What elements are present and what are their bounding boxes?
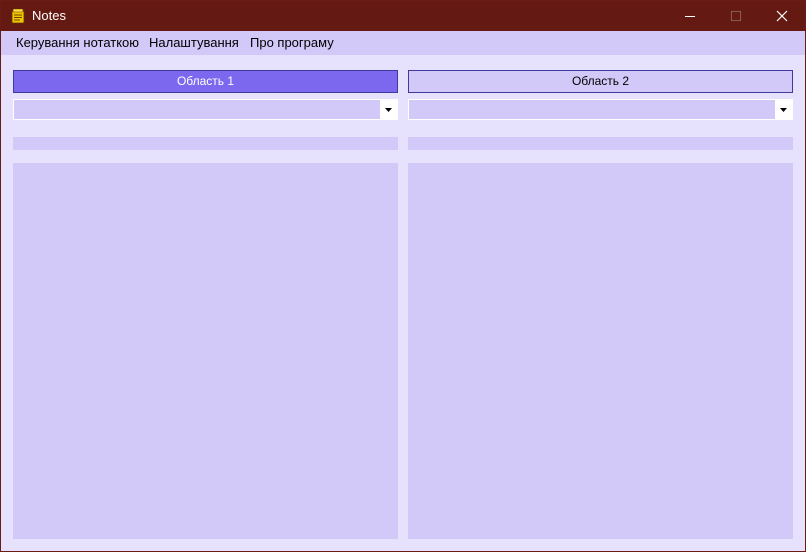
- minimize-button[interactable]: [667, 1, 713, 31]
- area-2-note-text[interactable]: [408, 163, 793, 539]
- area-1-dropdown[interactable]: [13, 99, 398, 120]
- minimize-icon: [685, 16, 695, 17]
- chevron-down-icon[interactable]: [775, 100, 792, 119]
- maximize-icon: [731, 11, 741, 21]
- menu-settings[interactable]: Налаштування: [142, 31, 246, 55]
- menu-note-management[interactable]: Керування нотаткою: [9, 31, 146, 55]
- close-button[interactable]: [759, 1, 805, 31]
- area-1-button[interactable]: Область 1: [13, 70, 398, 93]
- maximize-button[interactable]: [713, 1, 759, 31]
- notes-app-icon: [10, 8, 26, 24]
- area-2-button[interactable]: Область 2: [408, 70, 793, 93]
- area-2-title-field[interactable]: [408, 137, 793, 150]
- notes-window: Notes Керування нотаткою Налаштування Пр…: [0, 0, 806, 552]
- menu-about[interactable]: Про програму: [243, 31, 341, 55]
- area-2-dropdown[interactable]: [408, 99, 793, 120]
- close-icon: [776, 10, 788, 22]
- menu-bar: Керування нотаткою Налаштування Про прог…: [1, 31, 805, 55]
- window-title: Notes: [32, 8, 66, 23]
- title-bar[interactable]: Notes: [1, 1, 805, 31]
- chevron-down-icon[interactable]: [380, 100, 397, 119]
- area-1-note-text[interactable]: [13, 163, 398, 539]
- area-1-title-field[interactable]: [13, 137, 398, 150]
